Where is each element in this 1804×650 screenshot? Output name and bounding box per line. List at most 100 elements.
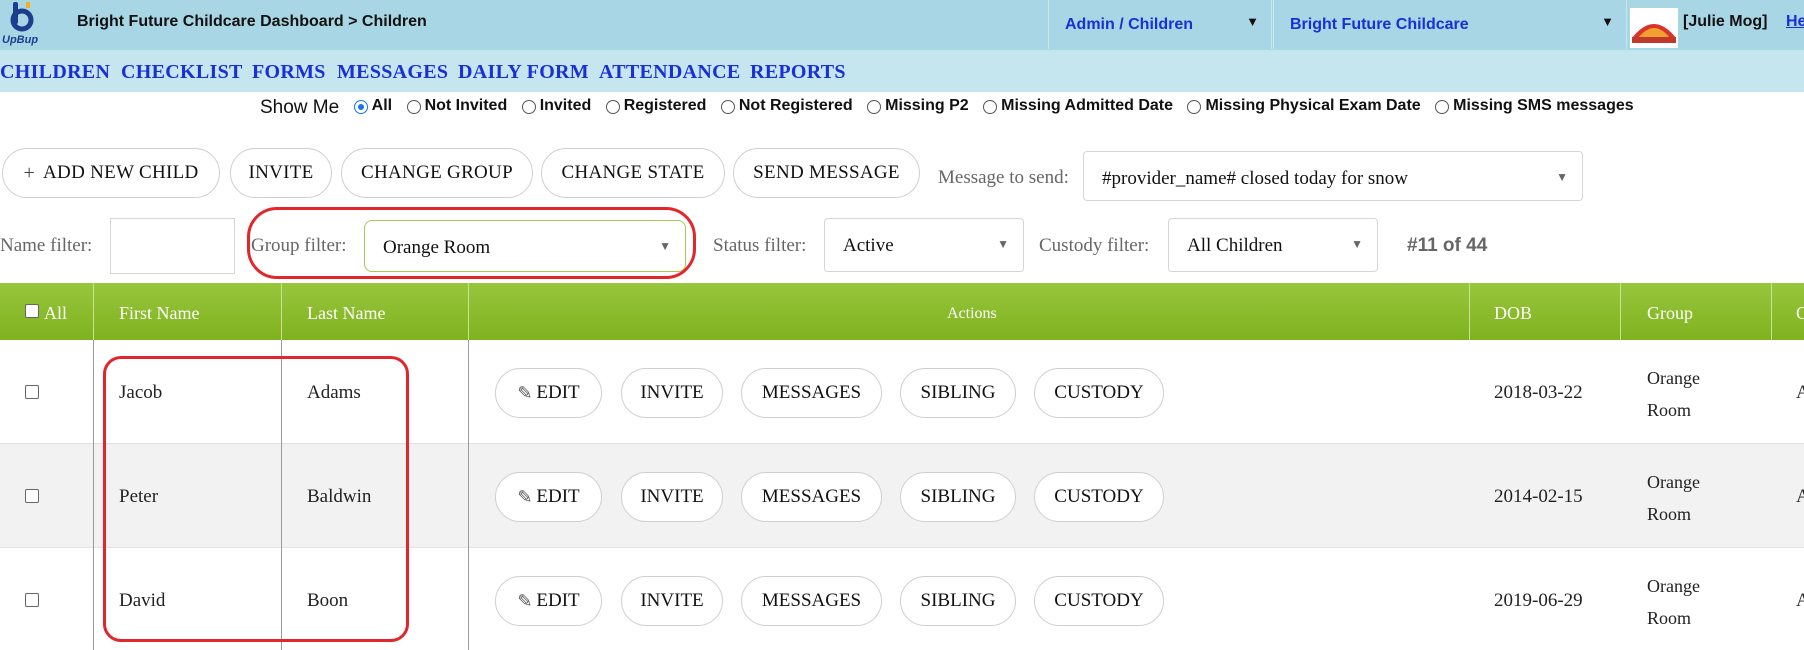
radio-missing-admitted-date[interactable]: Missing Admitted Date	[983, 97, 1173, 115]
group-filter-select[interactable]: Orange Room ▼	[364, 220, 686, 272]
custody-button[interactable]: CUSTODY	[1034, 368, 1164, 418]
sibling-button[interactable]: SIBLING	[900, 576, 1016, 626]
radio-button[interactable]	[406, 100, 421, 114]
row-checkbox[interactable]	[25, 489, 39, 503]
column-divider	[93, 340, 94, 650]
group-line: Room	[1647, 400, 1692, 420]
select-all-checkbox[interactable]	[25, 304, 39, 318]
first-name-cell: Jacob	[119, 382, 163, 403]
page-title: Bright Future Childcare Dashboard > Chil…	[77, 13, 427, 30]
sibling-button[interactable]: SIBLING	[900, 472, 1016, 522]
group-line: Orange	[1647, 368, 1700, 388]
radio-invited[interactable]: Invited	[521, 97, 592, 115]
nav-messages[interactable]: MESSAGES	[337, 61, 448, 84]
send-message-button[interactable]: SEND MESSAGE	[733, 148, 920, 198]
edit-button[interactable]: ✎ EDIT	[495, 576, 602, 626]
top-bar: UpBup Bright Future Childcare Dashboard …	[0, 0, 1804, 50]
radio-button[interactable]	[983, 100, 998, 114]
custody-button[interactable]: CUSTODY	[1034, 576, 1164, 626]
plus-icon: +	[23, 161, 36, 184]
radio-all[interactable]: All	[353, 97, 392, 115]
radio-button[interactable]	[867, 100, 882, 114]
pencil-icon: ✎	[517, 590, 533, 611]
invite-button[interactable]: INVITE	[230, 148, 332, 198]
header-first-name[interactable]: First Name	[119, 303, 200, 324]
radio-button[interactable]	[720, 100, 735, 114]
radio-not-invited[interactable]: Not Invited	[406, 97, 508, 115]
user-name[interactable]: [Julie Mog]	[1683, 13, 1767, 31]
radio-button[interactable]	[353, 100, 368, 114]
custody-button[interactable]: CUSTODY	[1034, 472, 1164, 522]
provider-select[interactable]: Bright Future Childcare ▼	[1273, 0, 1627, 49]
table-row: David Boon ✎ EDIT INVITE MESSAGES SIBLING…	[0, 548, 1804, 650]
message-to-send-label: Message to send:	[938, 167, 1069, 188]
radio-label: Invited	[539, 97, 592, 114]
radio-registered[interactable]: Registered	[605, 97, 706, 115]
caret-down-icon: ▼	[1556, 170, 1568, 184]
header-last-name[interactable]: Last Name	[307, 303, 385, 324]
edit-label: EDIT	[536, 486, 580, 507]
status-filter-select[interactable]: Active ▼	[824, 218, 1024, 272]
change-state-button[interactable]: CHANGE STATE	[541, 148, 725, 198]
nav-forms[interactable]: FORMS	[252, 61, 326, 84]
custody-filter-value: All Children	[1187, 235, 1283, 256]
nav-children[interactable]: CHILDREN	[0, 61, 110, 84]
name-filter-label: Name filter:	[0, 235, 93, 256]
sibling-button[interactable]: SIBLING	[900, 368, 1016, 418]
caret-down-icon: ▼	[659, 239, 671, 253]
nav-checklist[interactable]: CHECKLIST	[121, 61, 243, 84]
add-new-child-label: ADD NEW CHILD	[43, 162, 199, 183]
caret-down-icon: ▼	[1351, 237, 1363, 251]
radio-not-registered[interactable]: Not Registered	[720, 97, 853, 115]
truncated-cell: A	[1796, 486, 1804, 507]
nav-reports[interactable]: REPORTS	[750, 61, 846, 84]
last-name-cell: Adams	[307, 382, 361, 403]
row-checkbox[interactable]	[25, 385, 39, 399]
nav-daily-form[interactable]: DAILY FORM	[458, 61, 589, 84]
invite-button[interactable]: INVITE	[621, 576, 723, 626]
header-divider	[281, 283, 282, 340]
first-name-cell: Peter	[119, 486, 159, 507]
role-select[interactable]: Admin / Children ▼	[1048, 0, 1272, 49]
messages-button[interactable]: MESSAGES	[741, 368, 882, 418]
dob-cell: 2019-06-29	[1494, 590, 1583, 611]
row-checkbox[interactable]	[25, 593, 39, 607]
role-select-value: Admin / Children	[1065, 16, 1193, 33]
group-line: Orange	[1647, 472, 1700, 492]
table-row: Peter Baldwin ✎ EDIT INVITE MESSAGES SIBL…	[0, 444, 1804, 548]
radio-missing-physical-exam-date[interactable]: Missing Physical Exam Date	[1187, 97, 1421, 115]
nav-attendance[interactable]: ATTENDANCE	[599, 61, 741, 84]
help-link[interactable]: He	[1786, 13, 1804, 31]
header-group[interactable]: Group	[1647, 303, 1693, 324]
edit-button[interactable]: ✎ EDIT	[495, 368, 602, 418]
radio-label: Not Invited	[424, 97, 508, 114]
show-me-filter: Show Me All Not Invited Invited Register…	[260, 97, 1644, 119]
edit-button[interactable]: ✎ EDIT	[495, 472, 602, 522]
logo-text: UpBup	[2, 34, 39, 46]
result-count: #11 of 44	[1407, 235, 1488, 256]
invite-button[interactable]: INVITE	[621, 368, 723, 418]
group-line: Orange	[1647, 576, 1700, 596]
caret-down-icon: ▼	[1601, 14, 1614, 29]
change-group-button[interactable]: CHANGE GROUP	[341, 148, 533, 198]
header-divider	[1469, 283, 1470, 340]
truncated-cell: A	[1796, 382, 1804, 403]
radio-missing-sms-messages[interactable]: Missing SMS messages	[1435, 97, 1634, 115]
messages-button[interactable]: MESSAGES	[741, 576, 882, 626]
invite-button[interactable]: INVITE	[621, 472, 723, 522]
radio-label: Missing SMS messages	[1453, 97, 1634, 114]
radio-button[interactable]	[1435, 100, 1450, 114]
radio-button[interactable]	[605, 100, 620, 114]
name-filter-input[interactable]	[110, 218, 235, 274]
radio-missing-p2[interactable]: Missing P2	[867, 97, 969, 115]
provider-avatar[interactable]	[1630, 8, 1678, 48]
header-divider	[93, 283, 94, 340]
custody-filter-select[interactable]: All Children ▼	[1168, 218, 1378, 272]
messages-button[interactable]: MESSAGES	[741, 472, 882, 522]
radio-button[interactable]	[521, 100, 536, 114]
message-select[interactable]: #provider_name# closed today for snow ▼	[1083, 151, 1583, 201]
header-dob[interactable]: DOB	[1494, 303, 1532, 324]
add-new-child-button[interactable]: + ADD NEW CHILD	[2, 148, 220, 198]
upbup-logo[interactable]: UpBup	[2, 0, 50, 50]
radio-button[interactable]	[1187, 100, 1202, 114]
